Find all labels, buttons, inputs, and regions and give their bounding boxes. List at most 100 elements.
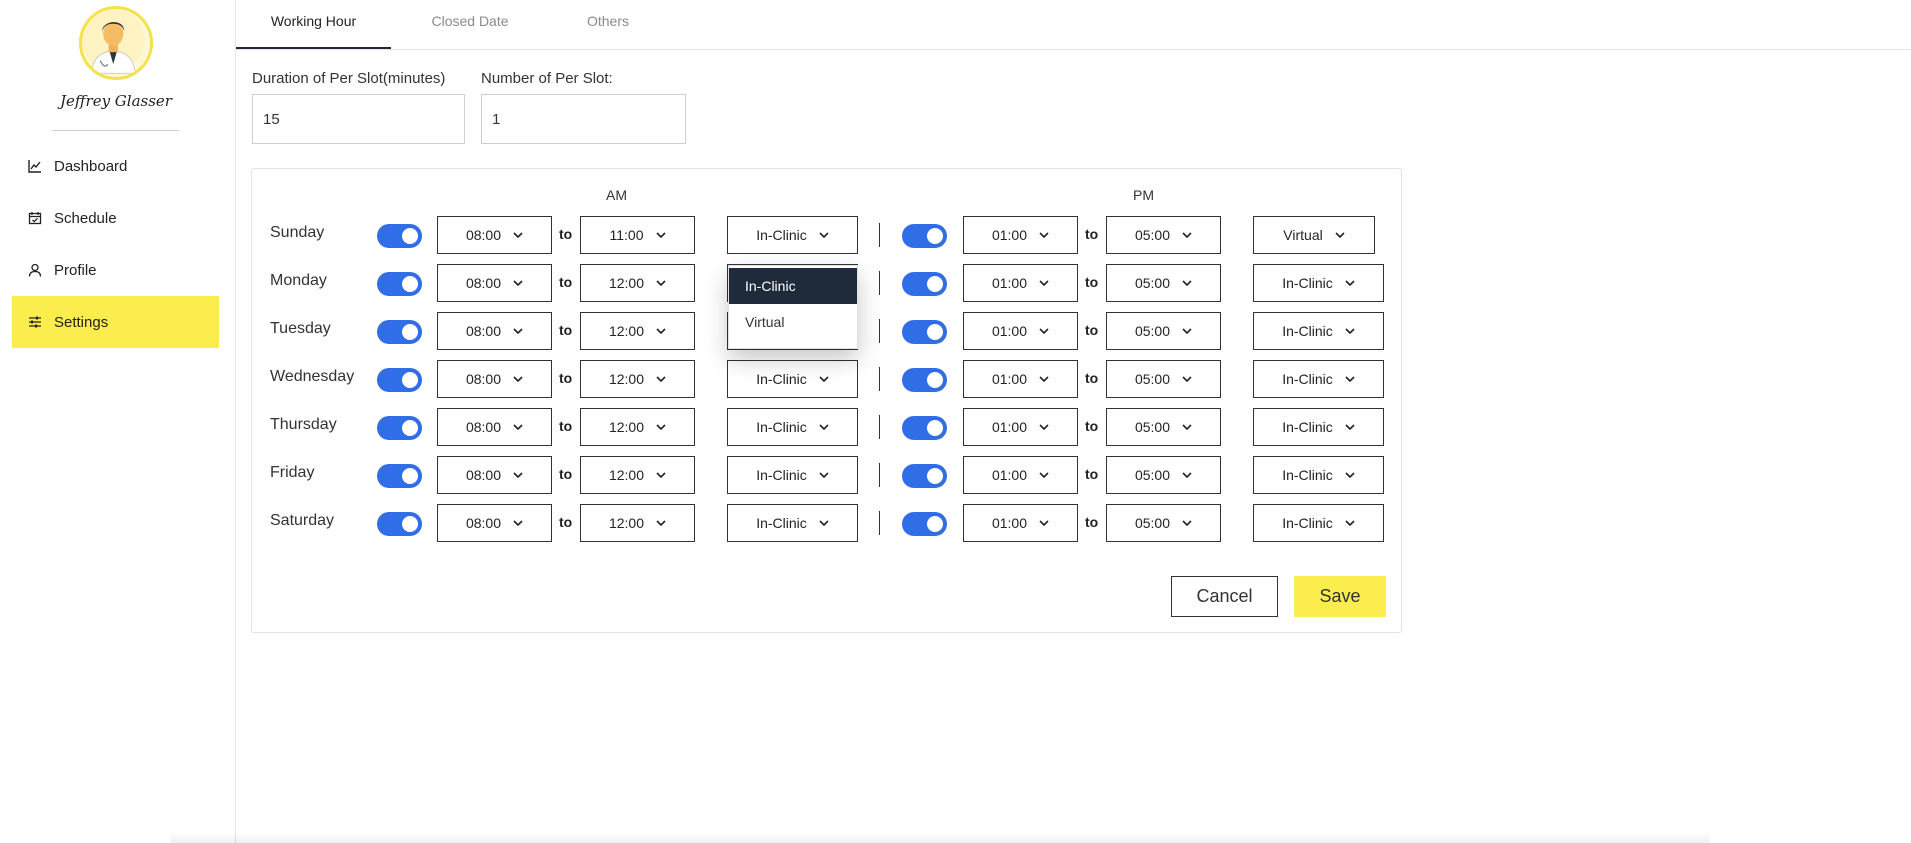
sidebar-item-label: Dashboard (54, 157, 128, 175)
avatar[interactable] (79, 6, 153, 80)
select-value: In-Clinic (756, 371, 807, 387)
chevron-down-icon (656, 519, 666, 526)
am-type-select[interactable]: In-Clinic (727, 360, 858, 398)
sidebar-nav: Dashboard Schedule Profile Settings (12, 140, 219, 348)
am-toggle[interactable] (377, 464, 422, 488)
pm-start-select[interactable]: 01:00 (963, 312, 1078, 350)
pm-type-select[interactable]: In-Clinic (1253, 504, 1384, 542)
am-toggle[interactable] (377, 320, 422, 344)
chevron-down-icon (1335, 231, 1345, 238)
am-start-select[interactable]: 08:00 (437, 360, 552, 398)
number-per-slot-input[interactable] (481, 94, 686, 144)
pm-toggle[interactable] (902, 416, 947, 440)
schedule-row-saturday: Saturday 08:00 to 12:00 In-Clinic 01:00 to 05:0… (251, 502, 1402, 542)
am-end-select[interactable]: 12:00 (580, 264, 695, 302)
am-start-select[interactable]: 08:00 (437, 264, 552, 302)
am-type-select[interactable]: In-Clinic (727, 408, 858, 446)
sidebar-item-schedule[interactable]: Schedule (12, 192, 219, 244)
chevron-down-icon (656, 423, 666, 430)
pm-start-select[interactable]: 01:00 (963, 408, 1078, 446)
sliders-icon (29, 316, 41, 328)
pm-start-select[interactable]: 01:00 (963, 456, 1078, 494)
chart-line-icon (28, 160, 41, 173)
sidebar-item-profile[interactable]: Profile (12, 244, 219, 296)
pm-start-select[interactable]: 01:00 (963, 504, 1078, 542)
session-divider (879, 511, 880, 535)
pm-type-select[interactable]: In-Clinic (1253, 360, 1384, 398)
am-end-select[interactable]: 12:00 (580, 408, 695, 446)
chevron-down-icon (656, 471, 666, 478)
select-value: In-Clinic (1282, 419, 1333, 435)
bottom-shadow (170, 832, 1710, 843)
am-toggle[interactable] (377, 416, 422, 440)
pm-toggle[interactable] (902, 464, 947, 488)
tab-others[interactable]: Others (566, 0, 650, 49)
pm-start-select[interactable]: 01:00 (963, 360, 1078, 398)
select-value: 01:00 (991, 515, 1028, 531)
pm-type-select[interactable]: In-Clinic (1253, 408, 1384, 446)
select-value: In-Clinic (756, 515, 807, 531)
select-value: In-Clinic (1282, 467, 1333, 483)
to-label: to (559, 322, 573, 338)
select-value: 01:00 (991, 323, 1028, 339)
pm-toggle[interactable] (902, 512, 947, 536)
select-value: 08:00 (465, 275, 502, 291)
day-label: Thursday (270, 416, 337, 433)
cancel-button[interactable]: Cancel (1171, 576, 1278, 617)
toggle-knob (927, 420, 943, 436)
pm-type-select[interactable]: In-Clinic (1253, 456, 1384, 494)
toggle-knob (402, 276, 418, 292)
am-end-select[interactable]: 12:00 (580, 456, 695, 494)
chevron-down-icon (1182, 279, 1192, 286)
pm-end-select[interactable]: 05:00 (1106, 360, 1221, 398)
sidebar-item-settings[interactable]: Settings (12, 296, 219, 348)
select-value: 12:00 (608, 467, 645, 483)
am-end-select[interactable]: 12:00 (580, 360, 695, 398)
session-divider (879, 463, 880, 487)
pm-type-select[interactable]: Virtual (1253, 216, 1375, 254)
chevron-down-icon (655, 231, 666, 238)
pm-end-select[interactable]: 05:00 (1106, 456, 1221, 494)
to-label: to (1085, 322, 1099, 338)
pm-toggle[interactable] (902, 320, 947, 344)
pm-type-select[interactable]: In-Clinic (1253, 264, 1384, 302)
am-toggle[interactable] (377, 272, 422, 296)
am-type-select[interactable]: In-Clinic (727, 216, 858, 254)
sidebar-item-dashboard[interactable]: Dashboard (12, 140, 219, 192)
am-type-select[interactable]: In-Clinic (727, 456, 858, 494)
duration-input[interactable] (252, 94, 465, 144)
am-toggle[interactable] (377, 512, 422, 536)
am-type-select[interactable]: In-Clinic (727, 504, 858, 542)
pm-end-select[interactable]: 05:00 (1106, 504, 1221, 542)
day-label: Monday (270, 272, 327, 289)
day-label: Sunday (270, 224, 325, 241)
pm-start-select[interactable]: 01:00 (963, 216, 1078, 254)
dropdown-option-in-clinic[interactable]: In-Clinic (729, 268, 857, 304)
am-start-select[interactable]: 08:00 (437, 216, 552, 254)
am-end-select[interactable]: 11:00 (580, 216, 695, 254)
pm-end-select[interactable]: 05:00 (1106, 312, 1221, 350)
pm-toggle[interactable] (902, 224, 947, 248)
pm-start-select[interactable]: 01:00 (963, 264, 1078, 302)
tab-closed-date[interactable]: Closed Date (412, 0, 528, 49)
tab-working-hour[interactable]: Working Hour (236, 0, 391, 49)
am-end-select[interactable]: 12:00 (580, 504, 695, 542)
am-start-select[interactable]: 08:00 (437, 504, 552, 542)
am-toggle[interactable] (377, 368, 422, 392)
am-end-select[interactable]: 12:00 (580, 312, 695, 350)
am-start-select[interactable]: 08:00 (437, 408, 552, 446)
pm-toggle[interactable] (902, 368, 947, 392)
am-start-select[interactable]: 08:00 (437, 456, 552, 494)
am-toggle[interactable] (377, 224, 422, 248)
pm-end-select[interactable]: 05:00 (1106, 408, 1221, 446)
chevron-down-icon (513, 279, 523, 286)
number-per-slot-label: Number of Per Slot: (481, 70, 613, 87)
select-value: In-Clinic (1282, 371, 1333, 387)
pm-end-select[interactable]: 05:00 (1106, 264, 1221, 302)
pm-end-select[interactable]: 05:00 (1106, 216, 1221, 254)
am-start-select[interactable]: 08:00 (437, 312, 552, 350)
dropdown-option-virtual[interactable]: Virtual (729, 304, 857, 340)
save-button[interactable]: Save (1294, 576, 1386, 617)
pm-type-select[interactable]: In-Clinic (1253, 312, 1384, 350)
pm-toggle[interactable] (902, 272, 947, 296)
